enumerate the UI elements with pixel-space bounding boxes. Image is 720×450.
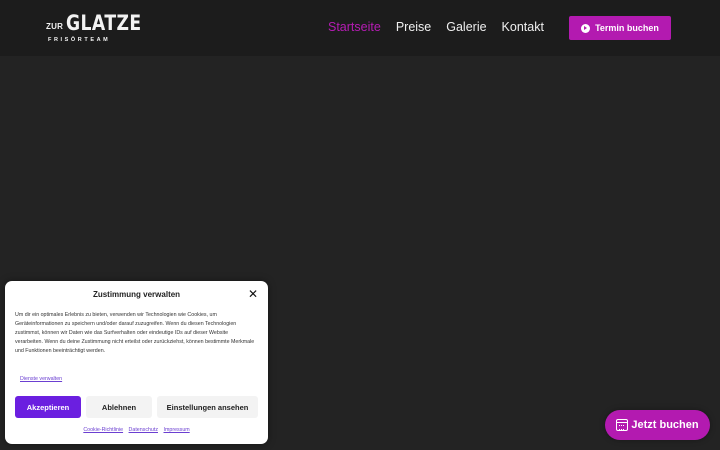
page: ZUR GLATZE FRISÖRTEAM Startseite Preise … bbox=[0, 0, 720, 450]
logo-subtitle: FRISÖRTEAM bbox=[48, 37, 111, 43]
termin-buchen-button[interactable]: Termin buchen bbox=[569, 16, 671, 40]
nav-item-kontakt[interactable]: Kontakt bbox=[502, 20, 544, 34]
accept-button[interactable]: Akzeptieren bbox=[15, 396, 81, 418]
calendar-icon bbox=[616, 419, 629, 431]
view-settings-button[interactable]: Einstellungen ansehen bbox=[157, 396, 258, 418]
consent-text: Um dir ein optimales Erlebnis zu bieten,… bbox=[15, 312, 255, 354]
logo[interactable]: ZUR GLATZE FRISÖRTEAM bbox=[46, 9, 141, 47]
cookie-consent-dialog: Zustimmung verwalten ✕ Um dir ein optima… bbox=[5, 281, 268, 444]
jetzt-buchen-label: Jetzt buchen bbox=[631, 419, 699, 431]
logo-main-text: GLATZE bbox=[66, 11, 142, 35]
decline-button[interactable]: Ablehnen bbox=[86, 396, 152, 418]
termin-buchen-label: Termin buchen bbox=[595, 23, 659, 33]
logo-small-text: ZUR bbox=[46, 22, 64, 31]
nav-item-galerie[interactable]: Galerie bbox=[446, 20, 486, 34]
site-header: ZUR GLATZE FRISÖRTEAM Startseite Preise … bbox=[0, 0, 720, 56]
play-circle-icon bbox=[581, 23, 591, 33]
main-nav: Startseite Preise Galerie Kontakt bbox=[328, 20, 559, 34]
cookie-policy-link[interactable]: Cookie-Richtlinie bbox=[83, 427, 123, 433]
manage-services-link[interactable]: Dienste verwalten bbox=[20, 376, 62, 382]
logo-wordmark: ZUR GLATZE bbox=[46, 9, 141, 35]
jetzt-buchen-button[interactable]: Jetzt buchen bbox=[605, 410, 710, 440]
consent-links: Cookie-Richtlinie Datenschutz Impressum bbox=[5, 427, 268, 433]
consent-title: Zustimmung verwalten bbox=[92, 290, 181, 299]
nav-item-startseite[interactable]: Startseite bbox=[328, 20, 381, 34]
close-icon[interactable]: ✕ bbox=[248, 288, 258, 300]
privacy-link[interactable]: Datenschutz bbox=[129, 427, 158, 433]
imprint-link[interactable]: Impressum bbox=[163, 427, 189, 433]
nav-item-preise[interactable]: Preise bbox=[396, 20, 431, 34]
